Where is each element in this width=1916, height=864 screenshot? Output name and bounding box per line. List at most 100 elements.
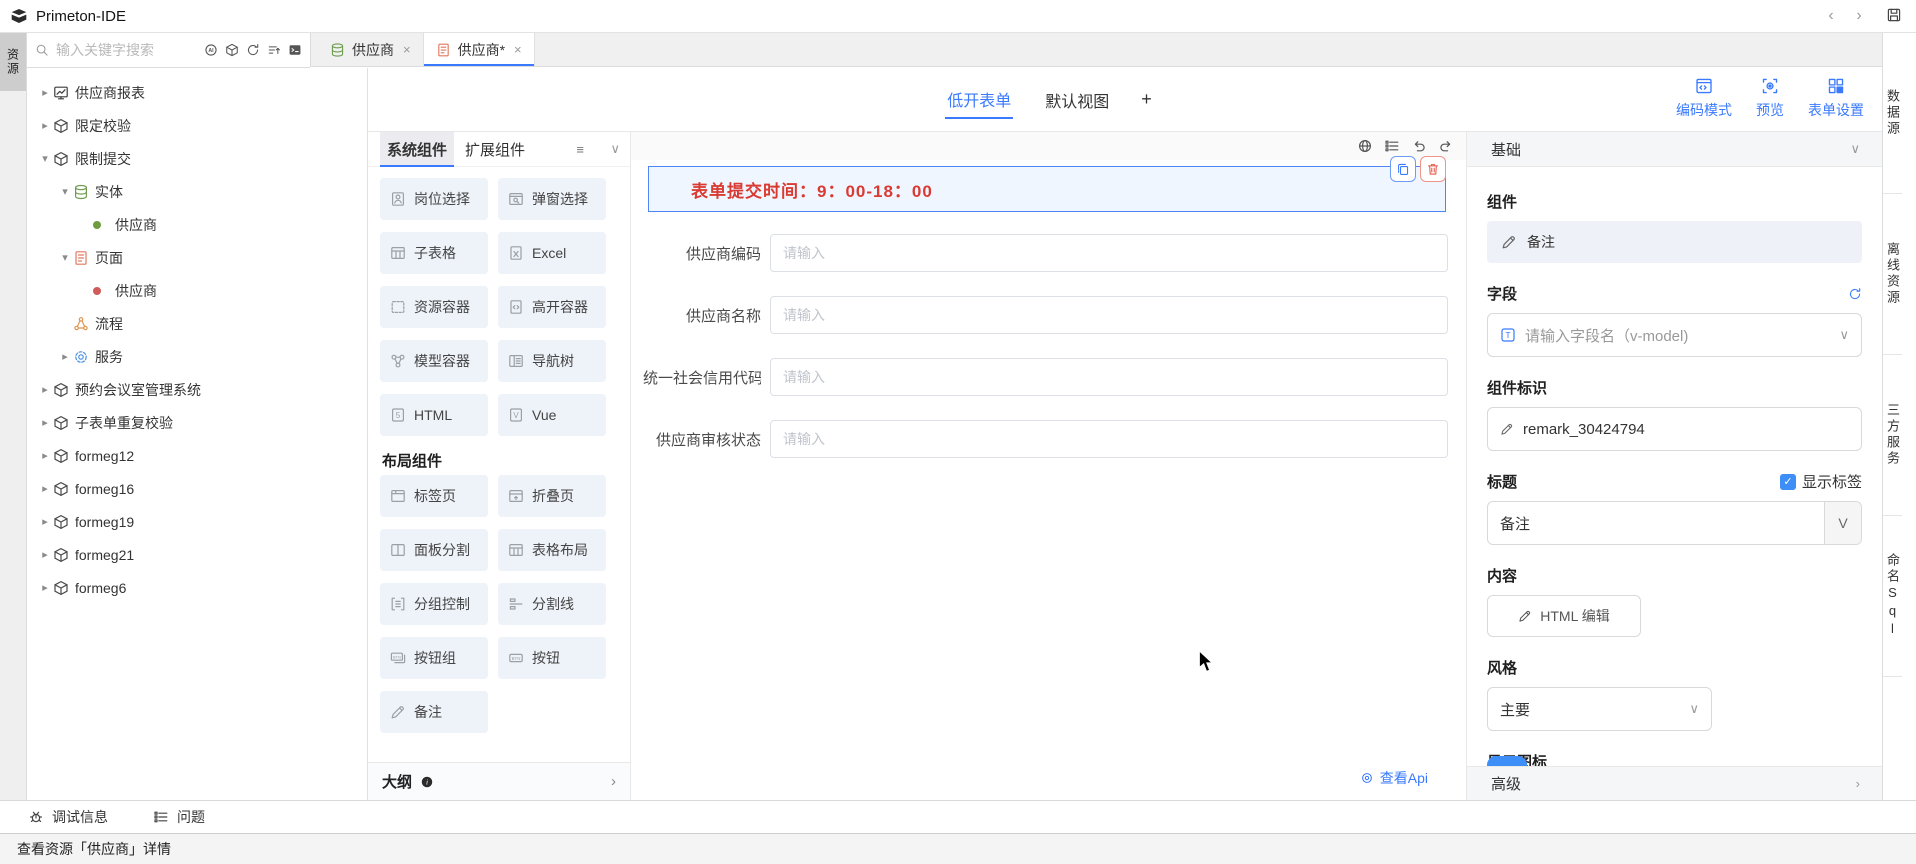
palette-component[interactable]: Vue [498, 394, 606, 436]
tree-expander[interactable]: ▾ [37, 152, 53, 165]
view-api-link[interactable]: 查看Api [1360, 768, 1428, 788]
tree-item[interactable]: ▸ formeg16 [27, 472, 367, 505]
tree-item[interactable]: ▾ 限制提交 [27, 142, 367, 175]
chevron-right-icon[interactable]: › [611, 773, 616, 790]
close-icon[interactable]: × [403, 42, 411, 57]
preview-button[interactable]: 预览 [1756, 77, 1784, 120]
tree-item[interactable]: 供应商 [27, 208, 367, 241]
identifier-input[interactable]: remark_30424794 [1487, 407, 1862, 451]
checkbox-checked-icon[interactable]: ✓ [1780, 474, 1796, 490]
globe-icon[interactable] [1357, 138, 1373, 154]
form-field-row[interactable]: 供应商编码 [631, 234, 1466, 272]
explorer-search-bar[interactable]: 输入关键字搜索 [27, 33, 310, 68]
tree-expander[interactable]: ▾ [57, 251, 73, 264]
title-input[interactable]: 备注 V [1487, 501, 1862, 545]
tree-expander[interactable]: ▸ [37, 416, 53, 429]
tree-expander[interactable]: ▸ [57, 350, 73, 363]
palette-component[interactable]: 面板分割 [380, 529, 488, 571]
palette-component[interactable]: Excel [498, 232, 606, 274]
tree-expander[interactable]: ▸ [37, 86, 53, 99]
view-tab[interactable]: 默认视图 [1043, 82, 1111, 118]
refresh-icon[interactable] [1848, 287, 1862, 301]
outline-bar[interactable]: 大纲 › [368, 762, 630, 800]
tree-expander[interactable]: ▸ [37, 449, 53, 462]
palette-menu-icon[interactable]: ≡ [576, 142, 584, 157]
tree-item[interactable]: ▸ 限定校验 [27, 109, 367, 142]
tree-item[interactable]: ▸ 服务 [27, 340, 367, 373]
right-strip-item[interactable]: 数据源 [1883, 33, 1902, 194]
inspector-basic-header[interactable]: 基础 ∨ [1467, 132, 1882, 167]
form-field-input[interactable] [770, 420, 1448, 458]
tree-expander[interactable]: ▸ [37, 581, 53, 594]
tree-item[interactable]: ▸ 子表单重复校验 [27, 406, 367, 439]
nav-forward-icon[interactable]: › [1848, 6, 1870, 26]
tree-expander[interactable]: ▾ [57, 185, 73, 198]
right-strip-item[interactable]: 命名Sql [1883, 516, 1902, 677]
search-input[interactable]: 输入关键字搜索 [56, 40, 204, 60]
variable-picker-button[interactable]: V [1824, 502, 1861, 544]
tree-expander[interactable]: ▸ [37, 515, 53, 528]
palette-component[interactable]: 分组控制 [380, 583, 488, 625]
form-field-row[interactable]: 统一社会信用代码 [631, 358, 1466, 396]
right-strip-item[interactable]: 离线资源 [1883, 194, 1902, 355]
palette-scroll-area[interactable]: 岗位选择 弹窗选择 子表格 Excel 资源容器 [368, 168, 630, 762]
palette-component[interactable]: 按钮组 [380, 637, 488, 679]
save-icon[interactable] [1886, 7, 1902, 23]
tree-item[interactable]: ▸ formeg19 [27, 505, 367, 538]
redo-icon[interactable] [1438, 138, 1454, 154]
document-tab[interactable]: 供应商* × [424, 33, 535, 66]
view-tab[interactable]: 低开表单 [945, 81, 1013, 119]
show-label-checkbox-wrap[interactable]: ✓ 显示标签 [1780, 471, 1862, 492]
right-strip-item[interactable]: 三方服务 [1883, 355, 1902, 516]
palette-component[interactable]: HTML [380, 394, 488, 436]
info-icon[interactable] [420, 775, 434, 789]
palette-component[interactable]: 折叠页 [498, 475, 606, 517]
sort-list-icon[interactable] [267, 43, 281, 57]
palette-component[interactable]: 表格布局 [498, 529, 606, 571]
form-field-row[interactable]: 供应商名称 [631, 296, 1466, 334]
outline-tree-icon[interactable] [1384, 138, 1400, 154]
copy-component-button[interactable] [1390, 156, 1416, 182]
html-edit-button[interactable]: HTML 编辑 [1487, 595, 1641, 637]
tree-item[interactable]: ▾ 实体 [27, 175, 367, 208]
add-view-button[interactable]: + [1141, 89, 1152, 110]
tree-expander[interactable]: ▸ [37, 119, 53, 132]
palette-component[interactable]: 模型容器 [380, 340, 488, 382]
debug-info-button[interactable]: 调试信息 [28, 807, 108, 827]
tree-item[interactable]: ▸ formeg12 [27, 439, 367, 472]
chevron-down-icon[interactable]: ∨ [610, 141, 620, 157]
form-field-input[interactable] [770, 234, 1448, 272]
palette-component[interactable]: 高开容器 [498, 286, 606, 328]
palette-component[interactable]: 资源容器 [380, 286, 488, 328]
tree-item[interactable]: ▸ 预约会议室管理系统 [27, 373, 367, 406]
nav-back-icon[interactable]: ‹ [1820, 6, 1842, 26]
tree-item[interactable]: ▾ 页面 [27, 241, 367, 274]
palette-tab[interactable]: 系统组件 [380, 132, 454, 167]
palette-component[interactable]: 导航树 [498, 340, 606, 382]
form-settings-button[interactable]: 表单设置 [1808, 77, 1864, 120]
code-mode-button[interactable]: 编码模式 [1676, 77, 1732, 120]
palette-tab[interactable]: 扩展组件 [458, 132, 532, 167]
form-field-input[interactable] [770, 296, 1448, 334]
tree-item[interactable]: ▸ 供应商报表 [27, 76, 367, 109]
tree-expander[interactable]: ▸ [37, 383, 53, 396]
palette-component[interactable]: 分割线 [498, 583, 606, 625]
tree-item[interactable]: ▸ formeg6 [27, 571, 367, 604]
palette-component[interactable]: 按钮 [498, 637, 606, 679]
advanced-section-bar[interactable]: 高级 › [1467, 766, 1882, 800]
tree-item[interactable]: 流程 [27, 307, 367, 340]
ai-assistant-icon[interactable] [204, 43, 218, 57]
tree-expander[interactable]: ▸ [37, 482, 53, 495]
tree-item[interactable]: ▸ formeg21 [27, 538, 367, 571]
form-field-input[interactable] [770, 358, 1448, 396]
refresh-icon[interactable] [246, 43, 260, 57]
problems-button[interactable]: 问题 [153, 807, 205, 827]
palette-component[interactable]: 标签页 [380, 475, 488, 517]
form-canvas[interactable]: 表单提交时间：9：00-18：00 供应商编码 供应商名称 统一社会信用代码 供… [631, 132, 1466, 800]
tree-item[interactable]: 供应商 [27, 274, 367, 307]
form-field-row[interactable]: 供应商审核状态 [631, 420, 1466, 458]
palette-component[interactable]: 子表格 [380, 232, 488, 274]
activity-item-resources[interactable]: 资源 [0, 33, 26, 91]
remark-component-selected[interactable]: 表单提交时间：9：00-18：00 [648, 166, 1446, 212]
style-select[interactable]: 主要 ∨ [1487, 687, 1712, 731]
